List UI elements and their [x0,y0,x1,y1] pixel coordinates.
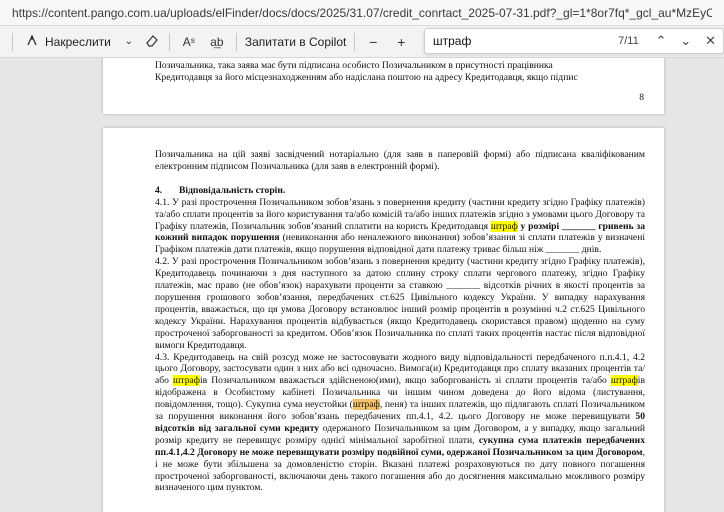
page-number: 8 [639,92,644,103]
zoom-out-button[interactable]: − [363,30,383,54]
read-aloud-icon: Aˢ [182,34,195,49]
text-line: Позичальника, така заява має бути підпис… [155,60,553,71]
search-highlight-current: штраф [352,399,380,411]
find-previous-button[interactable]: ⌃ [649,33,674,49]
copilot-label: Запитати в Copilot [244,34,347,49]
search-highlight: штраф [610,375,638,387]
clause-text: ів Позичальником вважається здійсненою(и… [199,375,611,387]
zoom-in-button[interactable]: + [391,30,411,54]
toolbar-divider [235,32,237,51]
translate-button[interactable]: a͢b [206,30,228,54]
pdf-viewer[interactable]: Позичальника, така заява має бути підпис… [0,58,724,512]
draw-label: Накреслити [45,34,111,49]
chevron-down-icon[interactable]: ⌄ [121,36,137,47]
copilot-button[interactable]: Запитати в Copilot [245,30,347,54]
toolbar-divider [12,32,13,51]
find-bar: 7/11 ⌃ ⌄ ✕ [424,28,724,54]
paragraph-intro: Позичальника на цій заяві засвідчений но… [155,149,645,172]
clause-4-2: 4.2. У разі прострочення Позичальником з… [155,256,645,351]
search-highlight: штраф [173,375,200,387]
pdf-page-8: Позичальника, така заява має бути підпис… [103,58,664,114]
minus-icon: − [369,33,378,50]
find-match-count: 7/11 [618,35,639,47]
translate-icon: a͢b [210,34,224,49]
page-8-text: Позичальника, така заява має бути підпис… [155,60,645,84]
page-9-text: Позичальника на цій заяві засвідчений но… [155,149,645,494]
find-input[interactable] [433,34,595,48]
pen-icon [23,33,41,50]
read-aloud-button[interactable]: Aˢ [178,30,200,54]
url-text[interactable]: https://content.pango.com.ua/uploads/elF… [12,6,712,20]
search-highlight: штраф [490,220,518,232]
section-heading: 4. Відповідальність сторін. [155,185,645,197]
toolbar-divider [354,32,356,51]
eraser-icon [143,34,161,50]
find-close-button[interactable]: ✕ [698,33,723,49]
clause-4-3: 4.3. Кредитодавець на свій розсуд може н… [155,352,645,495]
section-title: Відповідальність сторін. [179,184,286,196]
plus-icon: + [397,33,406,50]
pdf-page-9: Позичальника на цій заяві засвідчений но… [103,128,664,512]
toolbar-divider [168,32,170,51]
text-line: Кредитодавця за його місцезнаходженням а… [155,71,578,83]
clause-4-1: 4.1. У разі прострочення Позичальником з… [155,197,645,257]
draw-button[interactable]: Накреслити ⌄ [23,30,137,54]
address-bar[interactable]: https://content.pango.com.ua/uploads/elF… [0,0,724,26]
section-number: 4. [155,184,163,196]
eraser-button[interactable] [143,30,161,54]
find-next-button[interactable]: ⌄ [673,33,698,49]
